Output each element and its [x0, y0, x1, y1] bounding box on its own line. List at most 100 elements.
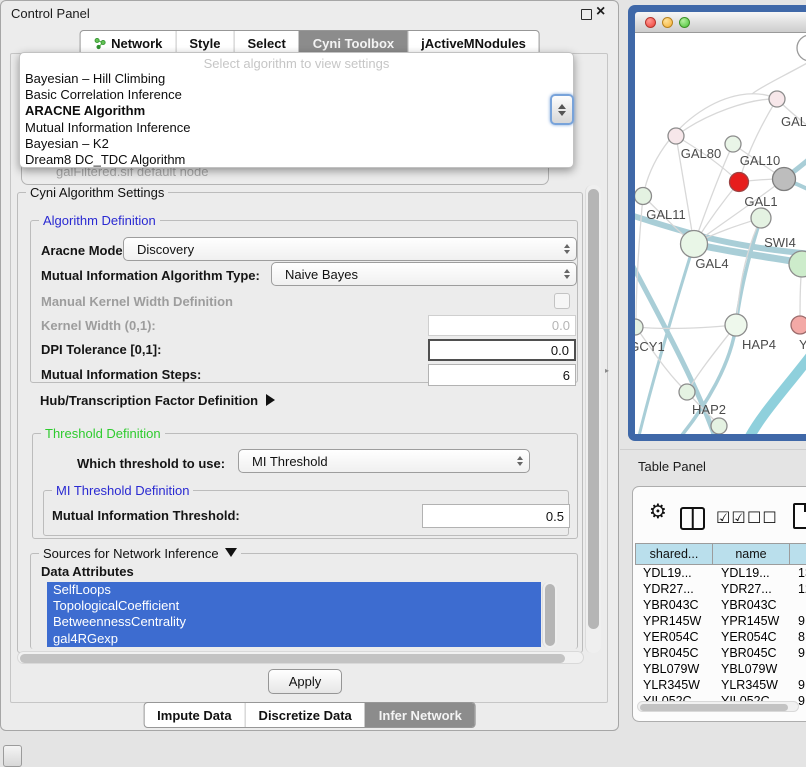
aracne-mode-combo[interactable]: Discovery — [123, 237, 577, 261]
mi-threshold-field[interactable]: 0.5 — [422, 504, 570, 528]
table-horizontal-scrollbar[interactable] — [637, 701, 799, 712]
network-node-label: SWI4 — [764, 235, 796, 250]
table-cell: 9. — [790, 614, 806, 628]
table-cell: 9. — [790, 678, 806, 692]
network-node-label: Y — [799, 337, 806, 352]
algorithm-option-bayesian-k2[interactable]: Bayesian – K2 — [20, 136, 573, 152]
network-node[interactable] — [711, 418, 727, 434]
bottom-tab-impute-data[interactable]: Impute Data — [144, 703, 244, 727]
control-panel-titlebar: Control Panel × — [1, 1, 618, 25]
algorithm-option-basic-correlation-inference[interactable]: Basic Correlation Inference — [20, 87, 573, 103]
table-panel-title: Table Panel — [638, 459, 706, 474]
attribute-item-selfloops[interactable]: SelfLoops — [47, 582, 541, 598]
table-cell: YBR045C — [713, 646, 790, 660]
network-node[interactable] — [730, 173, 749, 192]
table-row[interactable]: YLR345WYLR345W9. — [635, 677, 806, 693]
minimized-panel-icon[interactable] — [3, 745, 22, 767]
table-column-header-shared[interactable]: shared... — [635, 543, 713, 565]
mi-type-value: Naive Bayes — [285, 267, 358, 282]
mi-type-combo[interactable]: Naive Bayes — [271, 262, 577, 286]
table-cell: YLR345W — [713, 678, 790, 692]
spinner-up-icon — [558, 104, 566, 109]
table-cell: YBL079W — [635, 662, 713, 676]
table-row[interactable]: YDL19...YDL19...13 — [635, 565, 806, 581]
attribute-item-betweennesscentrality[interactable]: BetweennessCentrality — [47, 614, 541, 630]
table-row[interactable]: YBR045CYBR045C9. — [635, 645, 806, 661]
split-columns-icon[interactable] — [680, 507, 705, 530]
attribute-item-topologicalcoefficient[interactable]: TopologicalCoefficient — [47, 598, 541, 614]
table-row[interactable]: YBL079WYBL079W — [635, 661, 806, 677]
network-node[interactable] — [679, 384, 695, 400]
minimize-traffic-light[interactable] — [662, 17, 673, 28]
network-icon — [93, 37, 106, 50]
manual-kernel-checkbox[interactable] — [554, 293, 570, 309]
algorithm-dropdown-placeholder: Select algorithm to view settings — [20, 53, 573, 71]
network-node[interactable] — [635, 319, 643, 335]
network-node[interactable] — [668, 128, 684, 144]
network-node[interactable] — [769, 91, 785, 107]
network-node[interactable] — [725, 136, 741, 152]
table-row[interactable]: YDR27...YDR27...12 — [635, 581, 806, 597]
network-node[interactable] — [797, 35, 806, 61]
mi-steps-field[interactable]: 6 — [428, 364, 576, 386]
network-canvas[interactable]: GAL80GAL10GAL1GAL11GAL4SWI4GCY1HAP4HAP2G… — [635, 33, 806, 434]
network-view-window[interactable]: GAL80GAL10GAL1GAL11GAL4SWI4GCY1HAP4HAP2G… — [628, 5, 806, 441]
float-window-icon[interactable] — [581, 9, 592, 20]
network-node[interactable] — [791, 316, 806, 334]
splitter-collapse-icon[interactable]: ▸ — [605, 366, 609, 375]
table-cell: YER054C — [635, 630, 713, 644]
kernel-width-field[interactable]: 0.0 — [428, 315, 576, 336]
attribute-item-gal4rgexp[interactable]: gal4RGexp — [47, 631, 541, 647]
export-table-icon[interactable] — [793, 503, 806, 529]
network-node[interactable] — [681, 231, 708, 258]
checked-columns-icon[interactable]: ☑☑ — [716, 508, 747, 528]
algorithm-dropdown[interactable]: Select algorithm to view settings Bayesi… — [19, 52, 574, 168]
network-node[interactable] — [751, 208, 771, 228]
network-node[interactable] — [635, 188, 652, 205]
network-window-titlebar[interactable] — [635, 12, 806, 33]
table-row[interactable]: YBR043CYBR043C — [635, 597, 806, 613]
network-edge — [636, 325, 736, 328]
hub-definition-toggle[interactable]: Hub/Transcription Factor Definition — [40, 393, 275, 408]
algorithm-option-mutual-information-inference[interactable]: Mutual Information Inference — [20, 120, 573, 136]
bottom-tab-infer-network[interactable]: Infer Network — [365, 703, 475, 727]
gear-icon[interactable]: ⚙ — [649, 499, 667, 524]
close-traffic-light[interactable] — [645, 17, 656, 28]
algorithm-option-dream8-dc-tdc-algorithm[interactable]: Dream8 DC_TDC Algorithm — [20, 152, 573, 168]
tab-label: Select — [247, 36, 285, 51]
bottom-tab-discretize-data[interactable]: Discretize Data — [245, 703, 365, 727]
kernel-width-label: Kernel Width (0,1): — [41, 318, 156, 333]
network-node[interactable] — [773, 168, 796, 191]
apply-button[interactable]: Apply — [268, 669, 342, 694]
table-row[interactable]: YPR145WYPR145W9. — [635, 613, 806, 629]
close-icon[interactable]: × — [596, 3, 605, 21]
which-threshold-combo[interactable]: MI Threshold — [238, 449, 530, 473]
tab-label: jActiveMNodules — [421, 36, 526, 51]
algorithm-definition-title: Algorithm Definition — [39, 213, 160, 228]
network-node-label: GAL — [781, 114, 806, 129]
settings-vertical-scrollbar[interactable] — [585, 185, 601, 653]
algorithm-option-aracne-algorithm[interactable]: ARACNE Algorithm — [20, 103, 573, 119]
algorithm-combo-spinner[interactable] — [550, 94, 574, 125]
table-cell: 12 — [790, 582, 806, 596]
dpi-tolerance-field[interactable]: 0.0 — [428, 339, 576, 361]
sources-group: Sources for Network Inference Data Attri… — [30, 553, 578, 649]
algorithm-option-bayesian-hill-climbing[interactable]: Bayesian – Hill Climbing — [20, 71, 573, 87]
table-column-header-name[interactable]: name — [713, 543, 790, 565]
data-attributes-list[interactable]: SelfLoopsTopologicalCoefficientBetweenne… — [47, 582, 541, 648]
network-node[interactable] — [725, 314, 747, 336]
settings-horizontal-scrollbar[interactable] — [17, 651, 584, 664]
sources-toggle[interactable]: Sources for Network Inference — [39, 546, 241, 561]
table-row[interactable]: YER054CYER054C8. — [635, 629, 806, 645]
attr-list-scrollbar[interactable] — [542, 582, 557, 648]
table-cell: 8. — [790, 630, 806, 644]
unchecked-columns-icon[interactable]: ☐☐ — [747, 508, 778, 528]
network-edge — [748, 354, 806, 434]
table-cell: YPR145W — [635, 614, 713, 628]
zoom-traffic-light[interactable] — [679, 17, 690, 28]
tab-label: Infer Network — [379, 708, 462, 723]
table-column-header-cut[interactable] — [790, 543, 806, 565]
network-node-label: GAL4 — [695, 256, 728, 271]
table-cell: YLR345W — [635, 678, 713, 692]
cyni-algorithm-settings-title: Cyni Algorithm Settings — [26, 185, 168, 200]
